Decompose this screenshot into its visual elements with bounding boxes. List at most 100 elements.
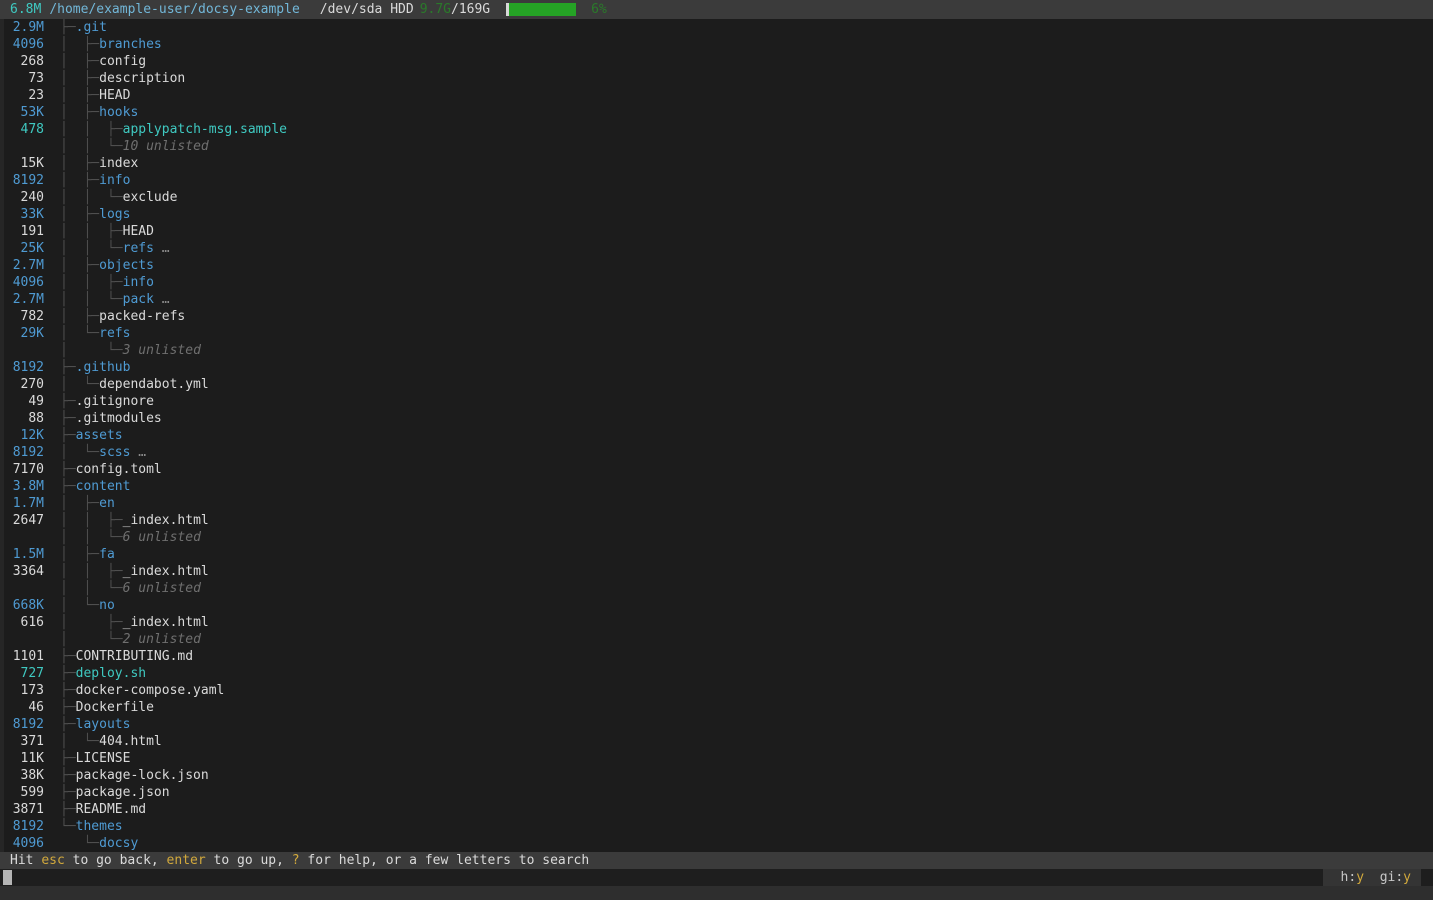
- tree-row[interactable]: 8192├─.github: [4, 359, 1433, 376]
- tree-row[interactable]: 3.8M├─content: [4, 478, 1433, 495]
- file-name[interactable]: _index.html: [123, 512, 209, 529]
- tree-row[interactable]: 782│ ├─packed-refs: [4, 308, 1433, 325]
- tree-row[interactable]: 270│ └─dependabot.yml: [4, 376, 1433, 393]
- tree-row[interactable]: 29K│ └─refs: [4, 325, 1433, 342]
- tree-row[interactable]: 668K│ └─no: [4, 597, 1433, 614]
- directory-name[interactable]: info: [99, 172, 130, 189]
- file-name[interactable]: _index.html: [123, 563, 209, 580]
- tree-row[interactable]: 240│ │ └─exclude: [4, 189, 1433, 206]
- file-name[interactable]: deploy.sh: [76, 665, 146, 682]
- file-name[interactable]: package.json: [76, 784, 170, 801]
- directory-name[interactable]: scss: [99, 444, 130, 461]
- file-name[interactable]: config.toml: [76, 461, 162, 478]
- tree-row[interactable]: 8192│ └─scss …: [4, 444, 1433, 461]
- file-name[interactable]: README.md: [76, 801, 146, 818]
- tree-row[interactable]: 478│ │ ├─applypatch-msg.sample: [4, 121, 1433, 138]
- tree-row[interactable]: 2.7M│ ├─objects: [4, 257, 1433, 274]
- tree-row[interactable]: 3364│ │ ├─_index.html: [4, 563, 1433, 580]
- tree-branch-lines: │ └─: [60, 325, 99, 342]
- file-name[interactable]: index: [99, 155, 138, 172]
- tree-row[interactable]: 268│ ├─config: [4, 53, 1433, 70]
- tree-row[interactable]: 46├─Dockerfile: [4, 699, 1433, 716]
- tree-row[interactable]: 53K│ ├─hooks: [4, 104, 1433, 121]
- file-name[interactable]: exclude: [123, 189, 178, 206]
- tree-branch-lines: │ │ └─: [60, 240, 123, 257]
- hint-text: to go back,: [65, 853, 167, 868]
- file-name[interactable]: 404.html: [99, 733, 162, 750]
- tree-row[interactable]: 173├─docker-compose.yaml: [4, 682, 1433, 699]
- tree-row[interactable]: 8192└─themes: [4, 818, 1433, 835]
- directory-name[interactable]: assets: [76, 427, 123, 444]
- tree-branch-lines: │ │ ├─: [60, 512, 123, 529]
- tree-row[interactable]: 4096│ ├─branches: [4, 36, 1433, 53]
- tree-row-unlisted: │ │ └─6 unlisted: [4, 529, 1433, 546]
- tree-row[interactable]: 1.7M│ ├─en: [4, 495, 1433, 512]
- directory-name[interactable]: refs: [123, 240, 154, 257]
- file-name[interactable]: packed-refs: [99, 308, 185, 325]
- tree-row[interactable]: 88├─.gitmodules: [4, 410, 1433, 427]
- tree-row[interactable]: 8192├─layouts: [4, 716, 1433, 733]
- directory-name[interactable]: fa: [99, 546, 115, 563]
- search-input[interactable]: h:y gi:y: [0, 869, 1433, 886]
- file-name[interactable]: package-lock.json: [76, 767, 209, 784]
- tree-row[interactable]: 2.9M├─.git: [4, 19, 1433, 36]
- current-path[interactable]: /home/example-user/docsy-example: [49, 0, 299, 19]
- directory-name[interactable]: layouts: [76, 716, 131, 733]
- file-size: 4096: [4, 835, 44, 852]
- directory-name[interactable]: themes: [76, 818, 123, 835]
- directory-name[interactable]: info: [123, 274, 154, 291]
- file-name[interactable]: config: [99, 53, 146, 70]
- file-name[interactable]: dependabot.yml: [99, 376, 209, 393]
- directory-name[interactable]: no: [99, 597, 115, 614]
- tree-row[interactable]: 4096│ │ ├─info: [4, 274, 1433, 291]
- tree-row[interactable]: 8192│ ├─info: [4, 172, 1433, 189]
- directory-name[interactable]: refs: [99, 325, 130, 342]
- tree-row[interactable]: 371│ └─404.html: [4, 733, 1433, 750]
- tree-row[interactable]: 23│ ├─HEAD: [4, 87, 1433, 104]
- tree-row[interactable]: 727├─deploy.sh: [4, 665, 1433, 682]
- file-name[interactable]: .gitmodules: [76, 410, 162, 427]
- tree-row[interactable]: 12K├─assets: [4, 427, 1433, 444]
- tree-row[interactable]: 25K│ │ └─refs …: [4, 240, 1433, 257]
- file-size: 616: [4, 614, 44, 631]
- tree-row[interactable]: 33K│ ├─logs: [4, 206, 1433, 223]
- file-size: 3.8M: [4, 478, 44, 495]
- directory-name[interactable]: logs: [99, 206, 130, 223]
- file-name[interactable]: HEAD: [99, 87, 130, 104]
- tree-row[interactable]: 11K├─LICENSE: [4, 750, 1433, 767]
- tree-row[interactable]: 2647│ │ ├─_index.html: [4, 512, 1433, 529]
- file-name[interactable]: description: [99, 70, 185, 87]
- directory-name[interactable]: en: [99, 495, 115, 512]
- directory-name[interactable]: .github: [76, 359, 131, 376]
- directory-name[interactable]: pack: [123, 291, 154, 308]
- file-name[interactable]: Dockerfile: [76, 699, 154, 716]
- directory-name[interactable]: objects: [99, 257, 154, 274]
- tree-row[interactable]: 191│ │ ├─HEAD: [4, 223, 1433, 240]
- directory-name[interactable]: content: [76, 478, 131, 495]
- directory-name[interactable]: branches: [99, 36, 162, 53]
- tree-row[interactable]: 4096 └─docsy: [4, 835, 1433, 852]
- tree-row[interactable]: 2.7M│ │ └─pack …: [4, 291, 1433, 308]
- tree-row[interactable]: 1101├─CONTRIBUTING.md: [4, 648, 1433, 665]
- device-label: /dev/sda HDD: [320, 0, 414, 19]
- tree-row[interactable]: 49├─.gitignore: [4, 393, 1433, 410]
- tree-row[interactable]: 616│ ├─_index.html: [4, 614, 1433, 631]
- file-name[interactable]: HEAD: [123, 223, 154, 240]
- tree-row[interactable]: 73│ ├─description: [4, 70, 1433, 87]
- tree-row[interactable]: 15K│ ├─index: [4, 155, 1433, 172]
- tree-row[interactable]: 38K├─package-lock.json: [4, 767, 1433, 784]
- file-name[interactable]: CONTRIBUTING.md: [76, 648, 193, 665]
- file-name[interactable]: LICENSE: [76, 750, 131, 767]
- tree-branch-lines: │ ├─: [60, 155, 99, 172]
- tree-row[interactable]: 3871├─README.md: [4, 801, 1433, 818]
- file-name[interactable]: applypatch-msg.sample: [123, 121, 287, 138]
- tree-row[interactable]: 7170├─config.toml: [4, 461, 1433, 478]
- file-name[interactable]: _index.html: [123, 614, 209, 631]
- directory-name[interactable]: docsy: [99, 835, 138, 852]
- tree-row[interactable]: 1.5M│ ├─fa: [4, 546, 1433, 563]
- tree-row[interactable]: 599├─package.json: [4, 784, 1433, 801]
- directory-name[interactable]: hooks: [99, 104, 138, 121]
- file-name[interactable]: .gitignore: [76, 393, 154, 410]
- directory-name[interactable]: .git: [76, 19, 107, 36]
- file-name[interactable]: docker-compose.yaml: [76, 682, 225, 699]
